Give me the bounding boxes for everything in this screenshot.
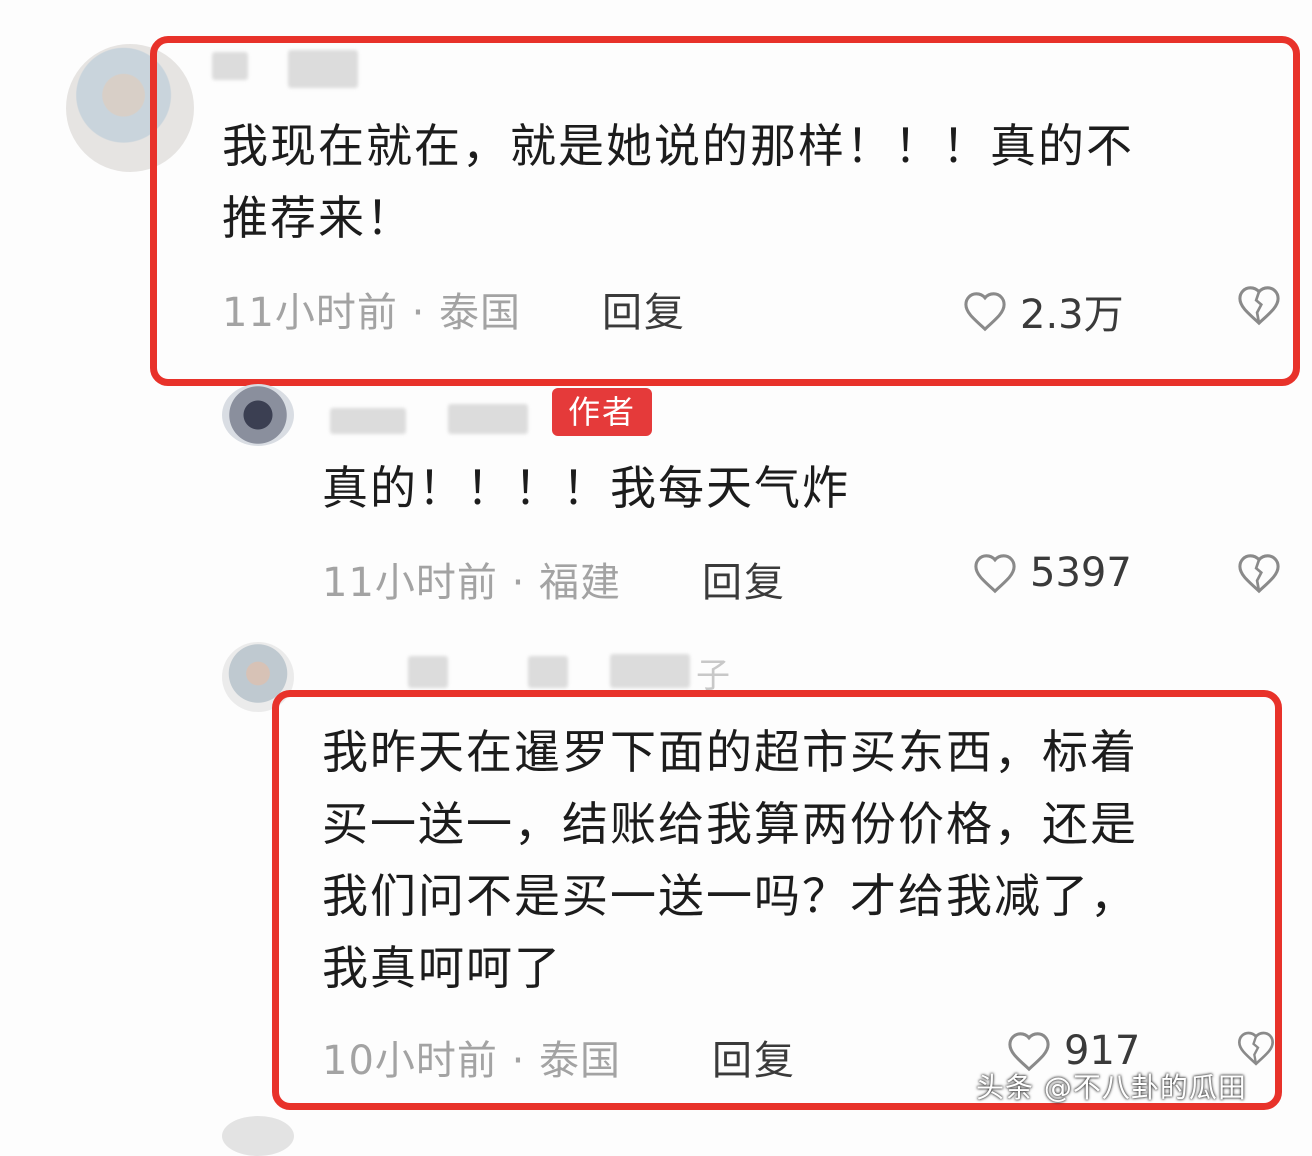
username-blurred <box>408 656 448 688</box>
watermark: 头条 @不八卦的瓜田 <box>976 1071 1247 1104</box>
author-badge: 作者 <box>552 388 653 436</box>
username-blurred <box>610 654 690 688</box>
comment-meta: 11小时前 · 福建 <box>322 560 622 606</box>
username-blurred <box>330 408 406 434</box>
username-blurred <box>448 404 528 434</box>
username-blurred <box>528 656 568 688</box>
reply-button[interactable]: 回复 <box>702 550 786 608</box>
avatar[interactable] <box>222 384 294 446</box>
comment-text: 真的！！！！我每天气炸 <box>322 461 850 515</box>
like-button[interactable]: 5397 <box>972 550 1132 596</box>
heart-outline-icon <box>974 554 1016 594</box>
avatar[interactable] <box>222 1116 294 1156</box>
like-count: 5397 <box>1030 550 1132 596</box>
highlight-box <box>272 690 1282 1110</box>
highlight-box <box>150 36 1300 386</box>
dislike-button[interactable] <box>1236 552 1282 594</box>
broken-heart-icon <box>1238 554 1280 594</box>
